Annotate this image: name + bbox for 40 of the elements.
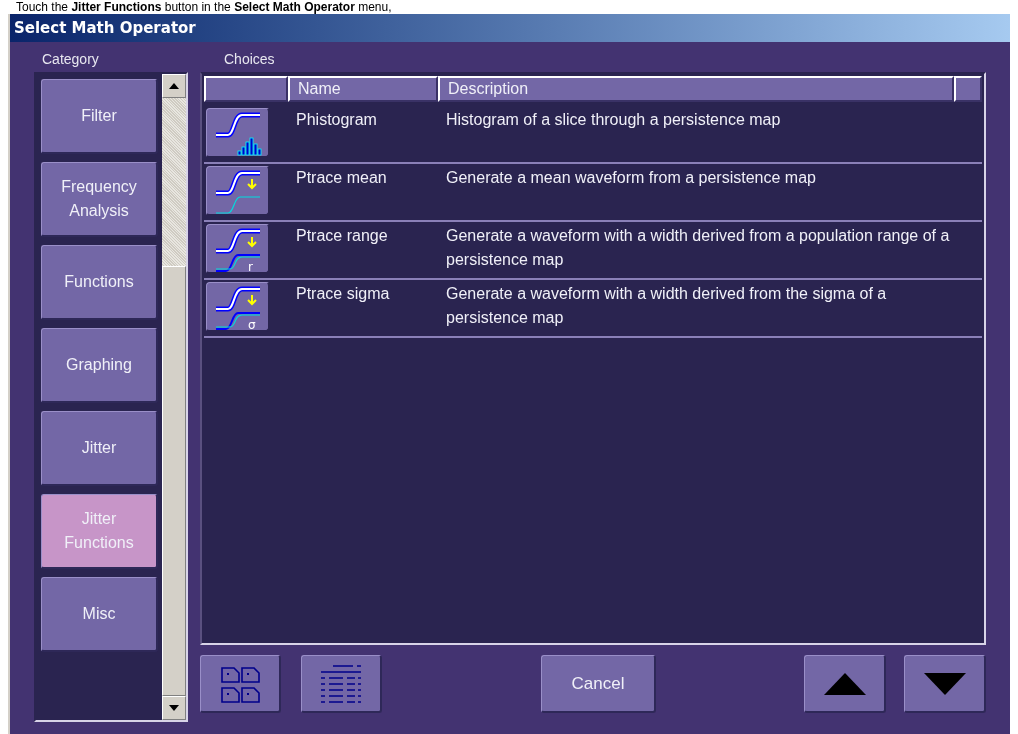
down-triangle-icon (923, 672, 966, 695)
function-icon-button[interactable] (206, 108, 270, 158)
function-description: Generate a waveform with a width derived from a population range of a persistence map (445, 226, 951, 270)
window-title: Select Math Operator (14, 17, 196, 39)
function-row[interactable]: σ Ptrace sigma Generate a waveform with a width derived from the sigma of a persistence map (204, 280, 982, 338)
down-arrow-icon (169, 705, 179, 711)
up-arrow-icon (169, 83, 179, 89)
grid-view-button[interactable] (200, 655, 281, 713)
cancel-button[interactable]: Cancel (541, 655, 656, 713)
table-header-cell (954, 76, 982, 102)
category-button[interactable]: Jitter (41, 411, 158, 486)
function-icon-button[interactable]: r (206, 224, 270, 274)
list-view-button[interactable] (301, 655, 382, 713)
function-description: Generate a mean waveform from a persistence map (445, 168, 817, 188)
scroll-down-button[interactable] (904, 655, 986, 713)
function-row[interactable]: r Ptrace range Generate a waveform with a width derived from a population range of a persistence map (204, 222, 982, 280)
function-description: Histogram of a slice through a persistence map (445, 110, 782, 130)
function-name: Ptrace range (295, 226, 389, 246)
category-button[interactable]: Filter (41, 79, 158, 154)
function-row[interactable]: Phistogram Histogram of a slice through a persistence map (204, 106, 982, 164)
function-name: Phistogram (295, 110, 378, 130)
instruction-text: Touch the Jitter Functions button in the Select Math Operator menu, (16, 0, 392, 14)
function-description: Generate a waveform with a width derived from the sigma of a persistence map (445, 284, 888, 328)
scroll-up-button[interactable] (804, 655, 886, 713)
function-name: Ptrace mean (295, 168, 388, 188)
function-icon-button[interactable]: σ (206, 282, 270, 332)
column-header[interactable]: Name (288, 76, 438, 102)
scrollbar[interactable] (162, 74, 186, 720)
category-button[interactable]: Frequency Analysis (41, 162, 158, 237)
up-triangle-icon (823, 672, 866, 695)
function-name: Ptrace sigma (295, 284, 391, 304)
category-label: Category (41, 50, 100, 68)
scroll-thumb[interactable] (162, 266, 186, 696)
category-button[interactable]: Graphing (41, 328, 158, 403)
category-button[interactable]: Functions (41, 245, 158, 320)
function-row[interactable]: Ptrace mean Generate a mean waveform from a persistence map (204, 164, 982, 222)
column-header[interactable]: Description (438, 76, 954, 102)
function-icon-button[interactable] (206, 166, 270, 216)
category-button[interactable]: Misc (41, 577, 158, 652)
choices-label: Choices (223, 50, 276, 68)
